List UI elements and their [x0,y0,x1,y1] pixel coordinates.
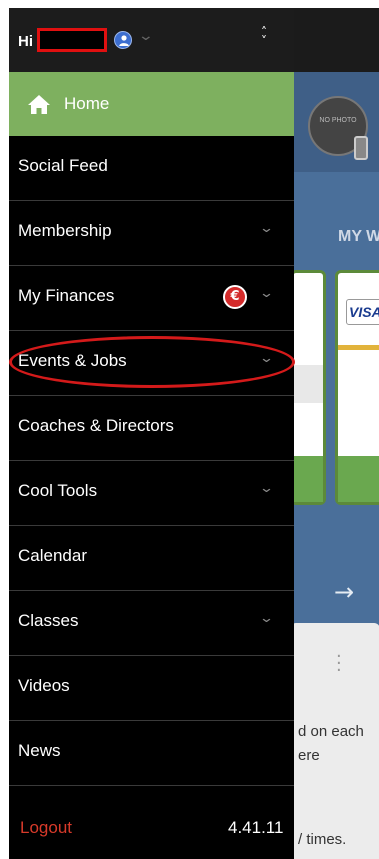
chevron-down-icon: ⌄ [258,221,275,236]
chevron-down-icon: ⌄ [258,611,275,626]
info-card[interactable]: · · · d on each ere / times. [290,623,379,859]
menu-item-cool-tools[interactable]: Cool Tools ⌄ [9,461,294,526]
menu-item-events-jobs[interactable]: Events & Jobs ⌄ [9,331,294,396]
greeting-text: Hi [18,33,33,50]
menu-item-label: Videos [18,676,70,695]
card-footer [338,456,379,502]
avatar-placeholder-text: NO PHOTO [319,117,357,124]
home-icon [28,95,50,114]
menu-item-label: Membership [18,221,112,240]
menu-item-label: Social Feed [18,156,108,175]
menu-item-news[interactable]: News [9,721,294,786]
wallet-card[interactable] [290,270,326,505]
visa-logo: VISA [346,299,379,325]
redacted-username [37,28,107,52]
background-topbar [294,8,379,72]
chevron-down-icon: ⌄ [258,351,275,366]
background-dashboard: NO PHOTO MY W VISA → · · · d on each ere /… [290,8,379,859]
chevron-down-icon[interactable]: ⌄ [138,28,154,44]
menu-item-classes[interactable]: Classes ⌄ [9,591,294,656]
menu-item-home[interactable]: Home [9,72,294,136]
more-vertical-icon[interactable]: · · · [336,648,342,680]
app-frame: NO PHOTO MY W VISA → · · · d on each ere /… [9,8,379,859]
payment-card[interactable]: VISA [335,270,379,505]
menu-item-my-finances[interactable]: My Finances € ⌄ [9,266,294,331]
chevron-down-icon: ⌄ [258,286,275,301]
phone-icon [354,136,368,160]
menu-item-label: Classes [18,611,79,630]
menu-item-membership[interactable]: Membership ⌄ [9,201,294,266]
euro-badge-icon: € [223,285,247,309]
menu-item-label: My Finances [18,286,115,305]
section-title: MY W [338,228,379,245]
menu-item-label: Home [64,94,110,113]
up-down-chevron-icon[interactable]: ˄ ˅ [261,26,267,47]
menu-item-label: Calendar [18,546,87,565]
app-version: 4.41.11 [228,818,284,837]
menu-item-social-feed[interactable]: Social Feed [9,136,294,201]
info-text-line: ere [298,747,320,764]
menu-item-label: Cool Tools [18,481,98,500]
menu-item-label: Coaches & Directors [18,416,174,435]
menu-item-coaches-directors[interactable]: Coaches & Directors [9,396,294,461]
menu-item-label: News [18,741,61,760]
menu-item-label: Events & Jobs [18,351,127,370]
menu-item-videos[interactable]: Videos [9,656,294,721]
info-text-line: / times. [298,831,347,848]
card-stripe [338,345,379,350]
info-text-line: d on each [298,723,364,740]
drawer-header: Hi ⌄ ˄ ˅ [9,8,294,72]
menu-item-calendar[interactable]: Calendar [9,526,294,591]
card-footer [293,456,323,502]
card-divider [293,365,323,403]
chevron-down-icon: ⌄ [258,481,275,496]
logout-button[interactable]: Logout [20,818,72,838]
arrow-right-icon[interactable]: → [334,578,354,606]
user-shield-icon[interactable] [114,31,132,49]
navigation-drawer: Hi ⌄ ˄ ˅ Home Social Feed Membership ⌄ M… [9,8,294,859]
